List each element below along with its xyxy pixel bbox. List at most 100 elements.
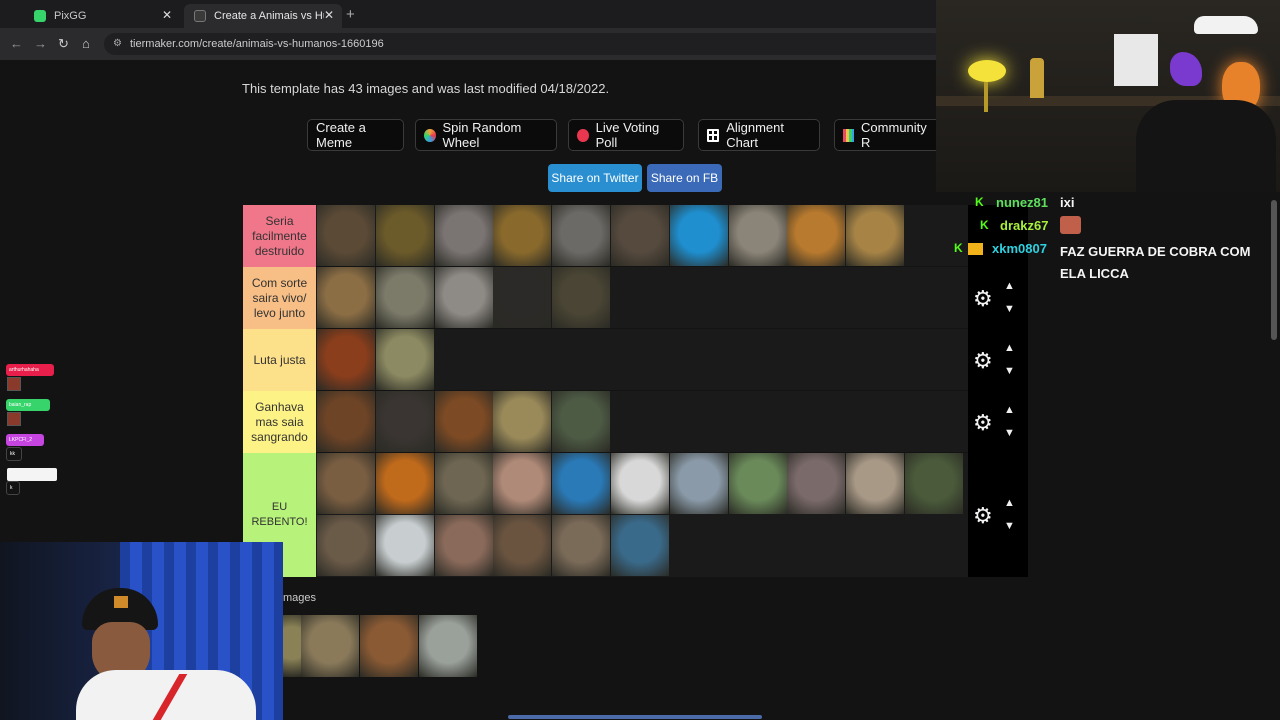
tier-image-whale[interactable] (669, 205, 728, 266)
url-input[interactable]: ⚙ tiermaker.com/create/animais-vs-humano… (104, 33, 944, 55)
tier-image-tiger[interactable] (787, 205, 846, 266)
chevron-down-icon[interactable]: ▼ (1004, 520, 1015, 532)
record-icon (577, 128, 589, 142)
tier-image-deer[interactable] (846, 453, 905, 514)
stream-widget-label: kk (6, 447, 22, 461)
tier-image-cat[interactable] (317, 515, 375, 576)
chevron-down-icon[interactable]: ▼ (1004, 365, 1015, 377)
tier-image-hippo[interactable] (434, 205, 493, 266)
stream-widget-square (7, 377, 21, 391)
room-frame (1114, 34, 1158, 86)
gear-icon[interactable]: ⚙ (973, 410, 993, 436)
tier-image-owl[interactable] (493, 515, 552, 576)
share-fb-button[interactable]: Share on FB (647, 164, 722, 192)
kick-badge-icon: K (975, 195, 984, 209)
tier-image-pig[interactable] (493, 453, 552, 514)
stream-widget-label: k (6, 481, 20, 495)
new-tab-button[interactable]: + (346, 6, 355, 23)
tier-image-moose[interactable] (375, 205, 434, 266)
tier-image-giraffe[interactable] (375, 329, 434, 390)
pixgg-favicon-icon (34, 10, 46, 22)
tab-pixgg[interactable]: PixGG ✕ (24, 4, 180, 28)
tier-image-penguin[interactable] (611, 453, 669, 514)
tier-image-tamarin[interactable] (375, 453, 434, 514)
chevron-down-icon[interactable]: ▼ (1004, 303, 1015, 315)
tier-image-hyena[interactable] (317, 267, 375, 328)
template-info: This template has 43 images and was last… (242, 81, 610, 96)
tier-label[interactable]: Luta justa (243, 329, 316, 391)
spin-wheel-button[interactable]: Spin Random Wheel (415, 119, 557, 151)
community-rankings-button[interactable]: Community R (834, 119, 936, 151)
forward-icon[interactable]: → (34, 36, 47, 51)
webcam-room-overlay (936, 0, 1280, 192)
button-label: Live Voting Poll (595, 120, 660, 150)
tier-image-eagle[interactable] (375, 391, 434, 452)
cap-logo (114, 596, 128, 608)
tier-image-rhino-dark[interactable] (611, 205, 669, 266)
back-icon[interactable]: ← (10, 36, 23, 51)
chat-username: nunez81 (996, 195, 1049, 210)
stream-widget-label: LKPCFI_2 (6, 434, 44, 446)
tier-label[interactable]: Seria facilmente destruido (243, 205, 316, 267)
home-icon[interactable]: ⌂ (82, 36, 90, 51)
share-twitter-button[interactable]: Share on Twitter (548, 164, 642, 192)
vertical-scrollbar[interactable] (1271, 200, 1277, 340)
tier-image-wolf[interactable] (434, 267, 493, 328)
tier-image-zebra[interactable] (552, 515, 611, 576)
tier-image-swan[interactable] (375, 515, 434, 576)
button-label: Create a Meme (316, 120, 366, 150)
voting-poll-button[interactable]: Live Voting Poll (568, 119, 684, 151)
grid-icon (707, 128, 720, 142)
tier-image-orangutan[interactable] (317, 329, 375, 390)
chevron-up-icon[interactable]: ▲ (1004, 404, 1015, 416)
tier-image-fish[interactable] (434, 515, 493, 576)
tier-image-ocelot[interactable] (434, 453, 493, 514)
chevron-up-icon[interactable]: ▲ (1004, 497, 1015, 509)
chevron-up-icon[interactable]: ▲ (1004, 280, 1015, 292)
close-icon[interactable]: ✕ (162, 8, 172, 22)
unranked-image-cobra[interactable] (301, 615, 359, 677)
tier-image-bear[interactable] (317, 205, 375, 266)
room-trophy (1030, 58, 1044, 98)
unranked-image-partial-animal[interactable] (283, 615, 301, 677)
unranked-image-panda[interactable] (419, 615, 477, 677)
tier-image-goose[interactable] (728, 453, 787, 514)
tier-image-elephant[interactable] (552, 205, 611, 266)
site-info-icon[interactable]: ⚙ (113, 33, 122, 55)
tier-image-harpy-eagle[interactable] (905, 453, 963, 514)
room-lamp-stem (984, 82, 988, 112)
tier-image-boar[interactable] (552, 267, 611, 328)
tier-image-peacock[interactable] (611, 515, 669, 576)
gear-icon[interactable]: ⚙ (973, 348, 993, 374)
chat-message: FAZ GUERRA DE COBRA COM ELA LICCA (1060, 244, 1251, 281)
tier-image-lion[interactable] (846, 205, 905, 266)
tier-image-jaguar[interactable] (493, 205, 552, 266)
tier-image-cheetah[interactable] (493, 391, 552, 452)
url-text: tiermaker.com/create/animais-vs-humanos-… (130, 38, 384, 50)
gear-icon[interactable]: ⚙ (973, 286, 993, 312)
close-icon[interactable]: ✕ (324, 8, 334, 22)
tier-image-wild-dog[interactable] (434, 391, 493, 452)
tier-image-tapir[interactable] (552, 391, 611, 452)
chevron-down-icon[interactable]: ▼ (1004, 427, 1015, 439)
tier-image-chimpanzee[interactable] (493, 267, 552, 328)
unranked-image-horse[interactable] (360, 615, 418, 677)
chevron-up-icon[interactable]: ▲ (1004, 342, 1015, 354)
tier-image-dolphin[interactable] (787, 453, 846, 514)
tier-image-macaw[interactable] (552, 453, 611, 514)
tab-tiermaker[interactable]: Create a Animais vs Humanos T ✕ (184, 4, 342, 28)
button-label: Alignment Chart (726, 120, 784, 150)
create-meme-button[interactable]: Create a Meme (307, 119, 404, 151)
tier-image-dog[interactable] (317, 391, 375, 452)
tier-label[interactable]: Ganhava mas saia sangrando (243, 391, 316, 453)
tier-image-ostrich[interactable] (669, 453, 728, 514)
tier-image-rhino[interactable] (728, 205, 787, 266)
alignment-chart-button[interactable]: Alignment Chart (698, 119, 820, 151)
gear-icon[interactable]: ⚙ (973, 503, 993, 529)
tier-image-crocodile[interactable] (375, 267, 434, 328)
tier-label[interactable]: Com sorte saira vivo/ levo junto (243, 267, 316, 329)
horizontal-scrollbar[interactable] (508, 715, 762, 719)
reload-icon[interactable]: ↻ (58, 36, 69, 52)
tier-image-capybara[interactable] (317, 453, 375, 514)
button-label: Spin Random Wheel (442, 120, 522, 150)
